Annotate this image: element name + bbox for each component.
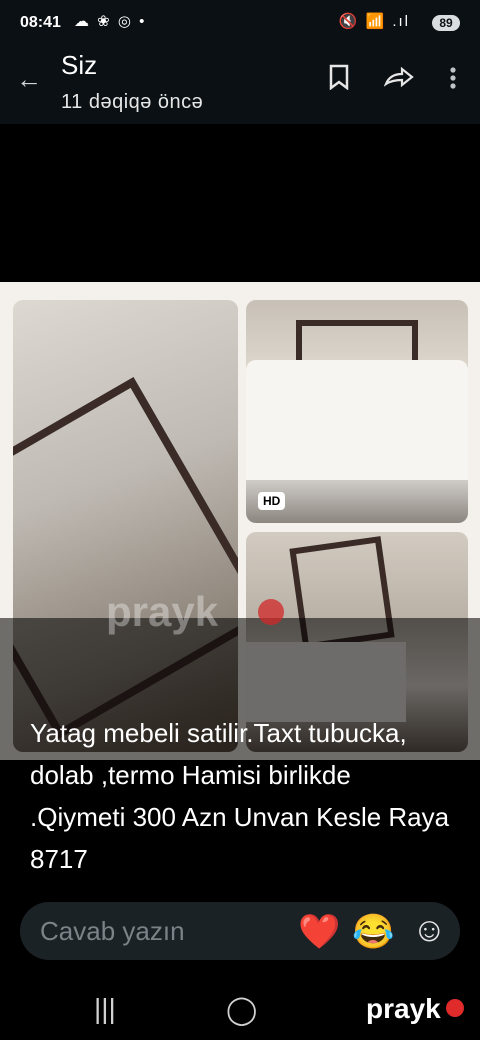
watermark-text: prayk <box>106 588 219 635</box>
bed-shape <box>246 360 468 480</box>
status-bar: 08:41 ☁ ❀ ◎ • 🔇 📶 .ıl 89 <box>0 0 480 44</box>
add-emoji-icon[interactable]: ☺ <box>412 910 447 950</box>
post-time: 11 dəqiqə öncə <box>61 91 204 113</box>
watermark-dot <box>258 599 284 625</box>
hd-badge: HD <box>258 492 286 510</box>
bookmark-icon[interactable] <box>328 64 350 95</box>
status-time: 08:41 <box>20 14 61 31</box>
notification-icons: ☁ ❀ ◎ • <box>74 13 147 30</box>
back-arrow-icon[interactable]: ← <box>16 64 42 95</box>
laughing-reaction-icon[interactable]: 😂 <box>352 912 394 952</box>
reply-placeholder: Cavab yazın <box>40 916 185 946</box>
signal-icons: 🔇 📶 .ıl <box>338 13 410 30</box>
media-letterbox <box>0 124 480 282</box>
sender-name: Siz <box>61 50 98 80</box>
photo-bed: HD <box>246 300 468 523</box>
recents-icon[interactable]: ||| <box>94 993 116 1025</box>
battery-icon: 89 <box>432 15 460 31</box>
reply-field[interactable]: Cavab yazın ❤️ 😂 ☺ <box>20 902 460 960</box>
home-icon[interactable]: ◯ <box>226 993 257 1026</box>
prayk-logo: prayk <box>366 993 441 1024</box>
heart-reaction-icon[interactable]: ❤️ <box>298 912 340 952</box>
story-caption: Yatag mebeli satilir.Taxt tubucka, dolab… <box>30 718 450 874</box>
story-header: ← Siz 11 dəqiqə öncə <box>0 44 480 124</box>
prayk-logo-dot <box>446 999 464 1017</box>
system-nav-bar: ||| ◯ prayk <box>0 985 480 1040</box>
share-icon[interactable] <box>383 66 414 93</box>
more-options-icon[interactable] <box>449 66 457 95</box>
